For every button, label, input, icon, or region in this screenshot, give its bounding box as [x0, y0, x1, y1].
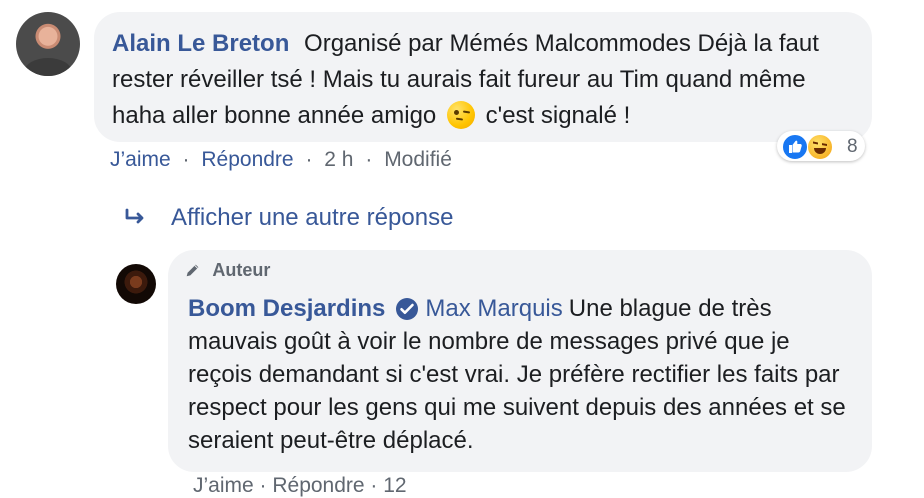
- author-badge-label: Auteur: [212, 260, 271, 280]
- separator-dot: ·: [182, 148, 190, 171]
- reply-actions-partial: J’aime · Répondre · 12: [193, 474, 407, 497]
- like-link[interactable]: J’aime: [110, 148, 171, 171]
- comment-author[interactable]: Alain Le Breton: [112, 30, 289, 57]
- timestamp[interactable]: 2 h: [324, 148, 353, 171]
- separator-dot: ·: [305, 148, 313, 171]
- reply-text: Boom Desjardins Max Marquis Une blague de…: [188, 292, 858, 457]
- verified-badge-icon: [396, 298, 419, 320]
- reaction-count: 8: [847, 136, 858, 157]
- comment-bubble-reply: Auteur Boom Desjardins Max Marquis Une bl…: [168, 250, 872, 472]
- comment-bubble-main: Alain Le Breton Organisé par Mémés Malco…: [94, 12, 872, 142]
- reaction-summary[interactable]: 8: [777, 131, 865, 161]
- show-more-replies-link[interactable]: Afficher une autre réponse: [171, 204, 453, 232]
- haha-reaction-icon: [807, 134, 833, 160]
- edited-label[interactable]: Modifié: [384, 148, 452, 171]
- mention-link[interactable]: Max Marquis: [425, 295, 562, 322]
- like-reaction-icon: [782, 134, 808, 160]
- comment-actions-main: J’aime · Répondre · 2 h · Modifié: [110, 148, 452, 172]
- separator-dot: ·: [365, 148, 373, 171]
- reply-link[interactable]: Répondre: [201, 148, 293, 171]
- pencil-icon: [186, 264, 199, 277]
- wink-emoji-icon: [446, 101, 475, 129]
- avatar-alain[interactable]: [16, 12, 80, 76]
- author-badge: Auteur: [184, 260, 270, 281]
- avatar-boom[interactable]: [116, 264, 156, 304]
- reply-arrow-icon: [125, 208, 144, 224]
- comment-text-main: Alain Le Breton Organisé par Mémés Malco…: [112, 26, 852, 134]
- comment-body-after-emoji: c'est signalé !: [485, 102, 631, 129]
- reply-author[interactable]: Boom Desjardins: [188, 295, 385, 322]
